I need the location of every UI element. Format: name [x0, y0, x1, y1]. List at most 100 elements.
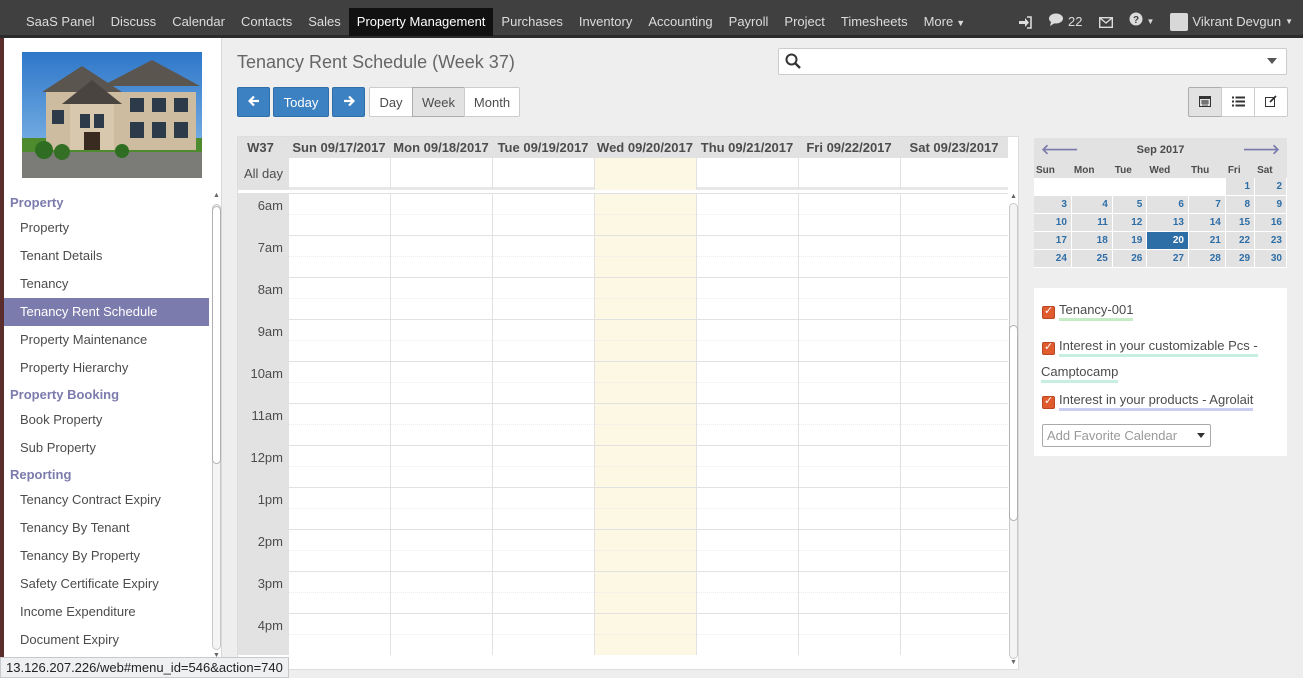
all-day-slot[interactable]: [288, 158, 390, 190]
time-slot[interactable]: [594, 487, 696, 529]
week-view-button[interactable]: Week: [412, 87, 465, 117]
time-slot[interactable]: [696, 319, 798, 361]
time-slot[interactable]: [288, 571, 390, 613]
day-cell[interactable]: 17: [1034, 232, 1072, 250]
time-slot[interactable]: [390, 235, 492, 277]
time-slot[interactable]: [696, 529, 798, 571]
time-slot[interactable]: [390, 571, 492, 613]
day-cell[interactable]: 4: [1071, 196, 1113, 214]
sidebar-scrollbar[interactable]: ▲ ▼: [210, 192, 222, 662]
time-slot[interactable]: [900, 361, 1008, 403]
day-cell[interactable]: 5: [1112, 196, 1148, 214]
menu-item-calendar[interactable]: Calendar: [164, 8, 233, 36]
sidebar-item-safety-certificate-expiry[interactable]: Safety Certificate Expiry: [4, 570, 209, 598]
form-view-switch[interactable]: [1254, 87, 1288, 117]
time-slot[interactable]: [696, 445, 798, 487]
menu-item-discuss[interactable]: Discuss: [103, 8, 165, 36]
menu-item-inventory[interactable]: Inventory: [571, 8, 640, 36]
time-slot[interactable]: [594, 361, 696, 403]
search-options-toggle[interactable]: [1267, 58, 1277, 64]
menu-item-accounting[interactable]: Accounting: [640, 8, 720, 36]
time-slot[interactable]: [900, 193, 1008, 235]
day-cell[interactable]: 7: [1188, 196, 1226, 214]
day-cell[interactable]: 29: [1225, 250, 1256, 268]
menu-item-contacts[interactable]: Contacts: [233, 8, 300, 36]
time-slot[interactable]: [594, 529, 696, 571]
all-day-slot[interactable]: [696, 158, 798, 190]
time-slot[interactable]: [288, 277, 390, 319]
sidebar-item-book-property[interactable]: Book Property: [4, 406, 209, 434]
time-slot[interactable]: [288, 487, 390, 529]
day-cell[interactable]: 3: [1034, 196, 1072, 214]
scroll-thumb[interactable]: [1009, 325, 1018, 521]
time-slot[interactable]: [288, 613, 390, 655]
day-cell[interactable]: 27: [1147, 250, 1189, 268]
mail-icon[interactable]: [1091, 8, 1121, 36]
time-slot[interactable]: [798, 403, 900, 445]
time-slot[interactable]: [390, 613, 492, 655]
menu-item-property-management[interactable]: Property Management: [348, 8, 494, 36]
scroll-up-icon[interactable]: ▲: [1010, 193, 1017, 200]
day-cell[interactable]: 18: [1071, 232, 1113, 250]
time-slot[interactable]: [696, 193, 798, 235]
time-slot[interactable]: [492, 445, 594, 487]
previous-button[interactable]: [237, 87, 270, 117]
time-slot[interactable]: [696, 361, 798, 403]
time-slot[interactable]: [798, 529, 900, 571]
time-slot[interactable]: [594, 235, 696, 277]
today-button[interactable]: Today: [273, 87, 329, 117]
time-slot[interactable]: [798, 445, 900, 487]
arrow-right-icon[interactable]: 🡒: [1242, 141, 1280, 158]
time-slot[interactable]: [492, 193, 594, 235]
time-slot[interactable]: [900, 235, 1008, 277]
all-day-slot[interactable]: [900, 158, 1008, 190]
sidebar-item-tenancy-rent-schedule[interactable]: Tenancy Rent Schedule: [4, 298, 209, 326]
sign-in-icon[interactable]: [1010, 8, 1040, 36]
time-slot[interactable]: [900, 571, 1008, 613]
time-slot[interactable]: [288, 529, 390, 571]
day-view-button[interactable]: Day: [369, 87, 413, 117]
day-cell[interactable]: 21: [1188, 232, 1226, 250]
menu-item-saas-panel[interactable]: SaaS Panel: [18, 8, 103, 36]
day-cell[interactable]: 19: [1112, 232, 1148, 250]
time-slot[interactable]: [594, 277, 696, 319]
sidebar-item-document-expiry[interactable]: Document Expiry: [4, 626, 209, 654]
list-view-switch[interactable]: [1221, 87, 1255, 117]
time-slot[interactable]: [798, 193, 900, 235]
time-slot[interactable]: [288, 361, 390, 403]
menu-item-more[interactable]: More ▼: [916, 8, 974, 36]
calendar-scrollbar[interactable]: ▲ ▼: [1008, 193, 1018, 669]
time-slot[interactable]: [390, 529, 492, 571]
time-slot[interactable]: [900, 613, 1008, 655]
calendar-view-switch[interactable]: [1188, 87, 1222, 117]
scroll-thumb[interactable]: [212, 206, 221, 464]
sidebar-item-tenancy-contract-expiry[interactable]: Tenancy Contract Expiry: [4, 486, 209, 514]
time-slot[interactable]: [900, 319, 1008, 361]
day-cell[interactable]: 22: [1225, 232, 1256, 250]
menu-item-timesheets[interactable]: Timesheets: [833, 8, 916, 36]
all-day-slot[interactable]: [594, 158, 696, 190]
time-slot[interactable]: [798, 361, 900, 403]
day-cell[interactable]: 20: [1147, 232, 1189, 250]
time-slot[interactable]: [696, 571, 798, 613]
time-slot[interactable]: [390, 319, 492, 361]
time-slot[interactable]: [492, 571, 594, 613]
day-cell[interactable]: 10: [1034, 214, 1072, 232]
day-cell[interactable]: 14: [1188, 214, 1226, 232]
time-slot[interactable]: [696, 613, 798, 655]
filter-label[interactable]: Interest in your products - Agrolait: [1059, 392, 1254, 411]
day-cell[interactable]: 23: [1255, 232, 1287, 250]
time-slot[interactable]: [594, 571, 696, 613]
time-slot[interactable]: [696, 403, 798, 445]
menu-item-purchases[interactable]: Purchases: [493, 8, 570, 36]
time-slot[interactable]: [594, 613, 696, 655]
filter-label[interactable]: Tenancy-001: [1059, 302, 1134, 321]
add-favorite-calendar-select[interactable]: Add Favorite Calendar: [1042, 424, 1211, 447]
day-cell[interactable]: 26: [1112, 250, 1148, 268]
day-cell[interactable]: 24: [1034, 250, 1072, 268]
time-slot[interactable]: [390, 487, 492, 529]
time-slot[interactable]: [594, 445, 696, 487]
time-slot[interactable]: [900, 487, 1008, 529]
time-slot[interactable]: [594, 403, 696, 445]
help-menu-button[interactable]: ? ▼: [1121, 8, 1163, 36]
